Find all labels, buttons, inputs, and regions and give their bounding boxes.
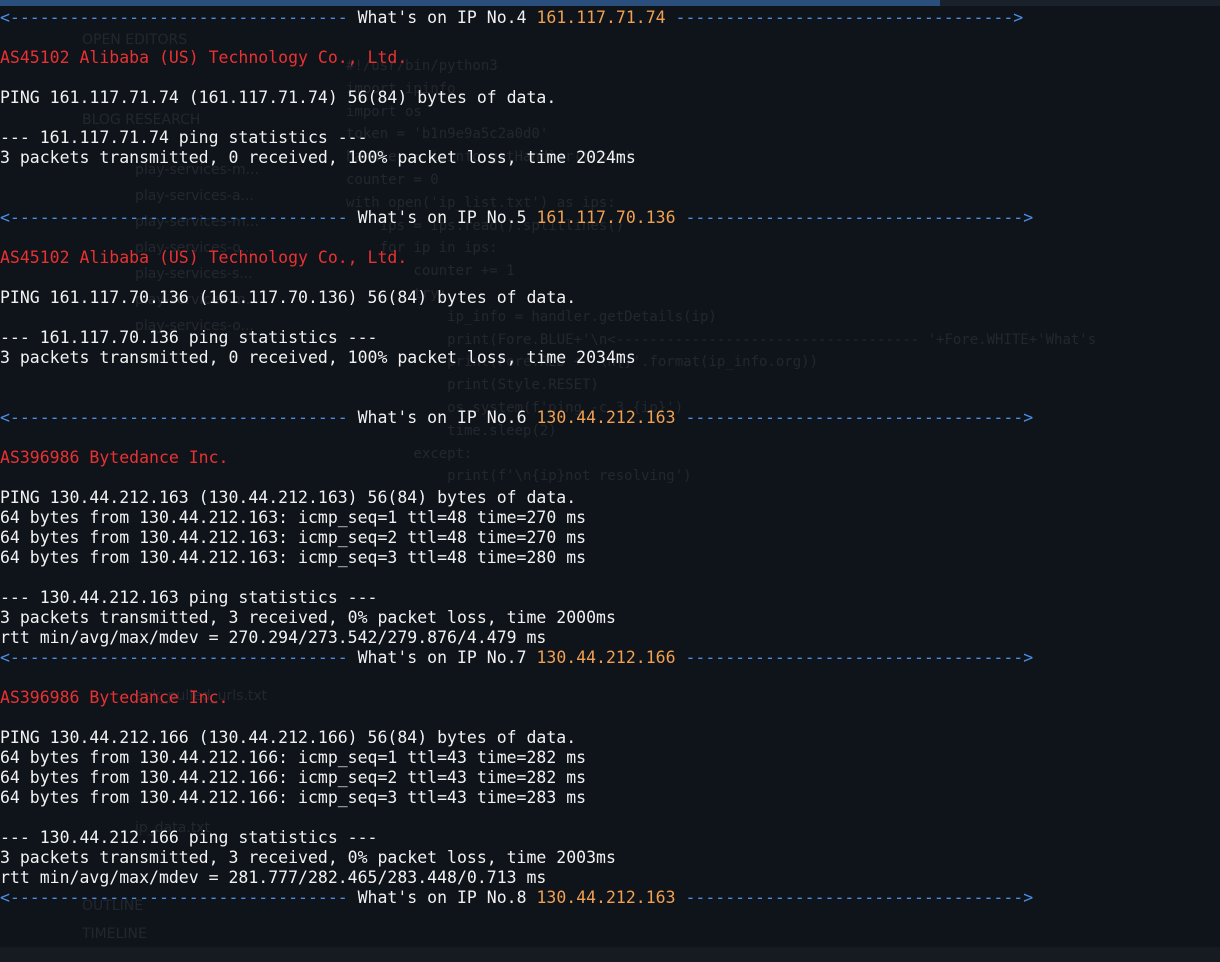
output-line: --- 161.117.70.136 ping statistics --- <box>0 328 378 347</box>
output-line: rtt min/avg/max/mdev = 270.294/273.542/2… <box>0 628 547 647</box>
ip-address: 161.117.71.74 <box>536 8 666 27</box>
terminal-output: <---------------------------------- What… <box>0 8 1220 908</box>
output-line: 64 bytes from 130.44.212.166: icmp_seq=1… <box>0 748 587 767</box>
ip-address: 130.44.212.163 <box>536 408 676 427</box>
separator-left: <---------------------------------- <box>0 8 358 27</box>
output-line: 3 packets transmitted, 0 received, 100% … <box>0 348 636 367</box>
ip-address: 130.44.212.163 <box>536 888 676 907</box>
separator-left: <---------------------------------- <box>0 208 358 227</box>
ip-index: 8 <box>516 888 527 907</box>
ghost-sidebar-item: TIMELINE <box>82 926 147 942</box>
output-line: --- 130.44.212.163 ping statistics --- <box>0 588 378 607</box>
tab-bar-rest <box>940 0 1220 6</box>
output-line: 64 bytes from 130.44.212.166: icmp_seq=2… <box>0 768 587 787</box>
tab-progress-bar <box>0 0 940 6</box>
output-line: rtt min/avg/max/mdev = 281.777/282.465/2… <box>0 868 547 887</box>
ip-header-line: <---------------------------------- What… <box>0 8 1220 28</box>
output-line: PING 130.44.212.163 (130.44.212.163) 56(… <box>0 488 577 507</box>
output-line: 3 packets transmitted, 3 received, 0% pa… <box>0 608 616 627</box>
output-line: 64 bytes from 130.44.212.166: icmp_seq=3… <box>0 788 587 807</box>
separator-left: <---------------------------------- <box>0 648 358 667</box>
output-line: PING 130.44.212.166 (130.44.212.166) 56(… <box>0 728 577 747</box>
output-line: PING 161.117.70.136 (161.117.70.136) 56(… <box>0 288 577 307</box>
output-line: 3 packets transmitted, 3 received, 0% pa… <box>0 848 616 867</box>
separator-right: ----------------------------------> <box>685 408 1034 427</box>
ip-label: What's on IP No. <box>357 888 517 907</box>
output-line: 64 bytes from 130.44.212.163: icmp_seq=1… <box>0 508 587 527</box>
output-line: --- 161.117.71.74 ping statistics --- <box>0 128 368 147</box>
org-name: AS396986 Bytedance Inc. <box>0 448 229 467</box>
ip-address: 161.117.70.136 <box>536 208 676 227</box>
org-name: AS45102 Alibaba (US) Technology Co., Ltd… <box>0 48 408 67</box>
org-name: AS396986 Bytedance Inc. <box>0 688 229 707</box>
separator-left: <---------------------------------- <box>0 888 358 907</box>
ip-index: 7 <box>516 648 527 667</box>
separator-right: ----------------------------------> <box>685 648 1034 667</box>
separator-right: ----------------------------------> <box>685 888 1034 907</box>
output-line: --- 130.44.212.166 ping statistics --- <box>0 828 378 847</box>
org-name: AS45102 Alibaba (US) Technology Co., Ltd… <box>0 248 408 267</box>
ip-header-line: <---------------------------------- What… <box>0 408 1220 428</box>
ip-index: 6 <box>516 408 527 427</box>
ip-address: 130.44.212.166 <box>536 648 676 667</box>
ip-header-line: <---------------------------------- What… <box>0 648 1220 668</box>
status-bar <box>0 947 1220 962</box>
ip-label: What's on IP No. <box>357 408 517 427</box>
ip-header-line: <---------------------------------- What… <box>0 888 1220 908</box>
output-line: 64 bytes from 130.44.212.163: icmp_seq=2… <box>0 528 587 547</box>
ip-header-line: <---------------------------------- What… <box>0 208 1220 228</box>
ip-index: 5 <box>516 208 527 227</box>
separator-right: ----------------------------------> <box>685 208 1034 227</box>
ip-label: What's on IP No. <box>357 8 517 27</box>
separator-left: <---------------------------------- <box>0 408 358 427</box>
ip-index: 4 <box>516 8 527 27</box>
output-line: 3 packets transmitted, 0 received, 100% … <box>0 148 636 167</box>
ip-label: What's on IP No. <box>357 648 517 667</box>
output-line: 64 bytes from 130.44.212.163: icmp_seq=3… <box>0 548 587 567</box>
output-line: PING 161.117.71.74 (161.117.71.74) 56(84… <box>0 88 557 107</box>
ip-label: What's on IP No. <box>357 208 517 227</box>
separator-right: ----------------------------------> <box>675 8 1024 27</box>
